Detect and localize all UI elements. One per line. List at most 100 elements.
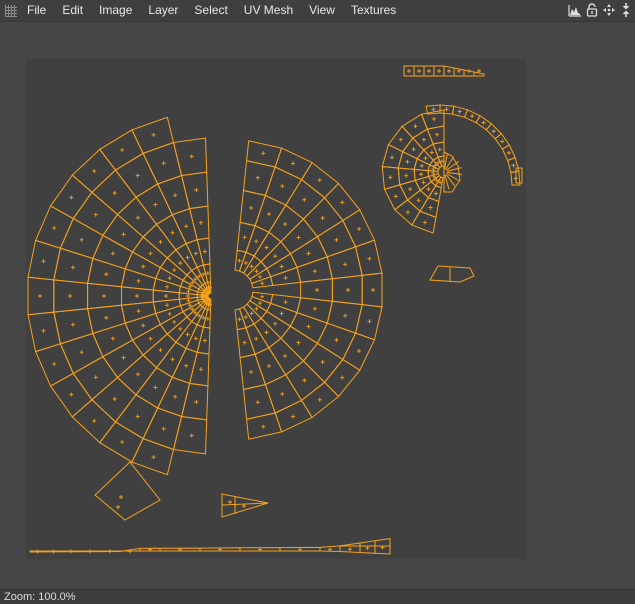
uv-face — [355, 239, 383, 276]
uv-face-center-marker — [291, 161, 296, 166]
uv-face-center-marker — [68, 294, 72, 298]
uv-face-center-marker — [506, 150, 511, 155]
uv-face-center-marker — [388, 175, 393, 180]
move-icon[interactable] — [602, 2, 616, 18]
uv-face-center-marker — [356, 349, 361, 354]
uv-face — [155, 213, 187, 251]
grip-icon[interactable] — [5, 4, 17, 17]
menu-textures[interactable]: Textures — [343, 0, 404, 21]
uv-face-center-marker — [405, 210, 410, 215]
uv-face — [285, 360, 326, 402]
uv-face-center-marker — [500, 139, 505, 144]
uv-face-center-marker — [189, 154, 194, 159]
uv-face-center-marker — [70, 322, 75, 327]
uv-face-center-marker — [408, 187, 413, 192]
uv-face-center-marker — [280, 391, 285, 396]
uv-face-center-marker — [186, 298, 191, 303]
uv-face-center-marker — [135, 294, 139, 298]
uv-face-center-marker — [422, 220, 427, 225]
uv-face-center-marker — [148, 251, 153, 256]
uv-face-center-marker — [481, 120, 486, 125]
uv-face-center-marker — [178, 326, 183, 331]
uv-face-center-marker — [52, 362, 57, 367]
menu-image[interactable]: Image — [91, 0, 140, 21]
uv-face — [172, 137, 208, 177]
menu-uv-mesh[interactable]: UV Mesh — [236, 0, 301, 21]
uv-face-center-marker — [194, 188, 199, 193]
uv-face-center-marker — [112, 397, 117, 402]
uv-face-center-marker — [416, 198, 421, 203]
uv-face-center-marker — [283, 275, 288, 280]
uv-face-center-marker — [167, 311, 172, 316]
uv-face-center-marker — [340, 200, 345, 205]
menu-view[interactable]: View — [301, 0, 343, 21]
uv-face-center-marker — [393, 194, 398, 199]
uv-face — [94, 461, 161, 521]
uv-face-center-marker — [120, 440, 125, 445]
uv-face-center-marker — [153, 202, 158, 207]
uv-face-center-marker — [343, 262, 348, 267]
uv-face-center-marker — [249, 370, 254, 375]
uv-face-center-marker — [70, 265, 75, 270]
uv-face-center-marker — [419, 163, 424, 168]
uv-face-center-marker — [205, 271, 210, 276]
uv-face-center-marker — [52, 225, 57, 230]
uv-mesh-overlay[interactable] — [0, 22, 635, 590]
uv-face-center-marker — [254, 269, 259, 274]
uv-face-center-marker — [513, 176, 518, 181]
uv-face-center-marker — [312, 269, 317, 274]
uv-face-center-marker — [346, 288, 350, 292]
uv-face-center-marker — [261, 151, 266, 156]
uv-face-center-marker — [320, 215, 325, 220]
uv-face-center-marker — [164, 303, 169, 308]
uv-face-center-marker — [431, 107, 436, 112]
uv-face-center-marker — [178, 261, 183, 266]
uv-face — [172, 415, 208, 455]
uv-face-center-marker — [110, 251, 115, 256]
uv-face-center-marker — [264, 330, 269, 335]
uv-face-center-marker — [389, 155, 394, 160]
lock-icon[interactable] — [585, 2, 599, 18]
uv-face-center-marker — [254, 306, 259, 311]
uv-face-center-marker — [92, 169, 97, 174]
uv-face — [253, 231, 282, 263]
uv-face-center-marker — [267, 363, 272, 368]
uv-face-center-marker — [261, 424, 266, 429]
uv-face-center-marker — [237, 258, 242, 263]
uv-face-center-marker — [41, 328, 46, 333]
uv-face-center-marker — [170, 230, 175, 235]
uv-face-center-marker — [302, 378, 307, 383]
menu-edit[interactable]: Edit — [54, 0, 91, 21]
uv-face-center-marker — [121, 355, 126, 360]
uv-face-center-marker — [242, 340, 247, 345]
uv-face-center-marker — [92, 418, 97, 423]
uv-face-center-marker — [279, 264, 284, 269]
uv-viewport[interactable] — [0, 22, 635, 590]
uv-face — [302, 196, 344, 238]
uv-face-center-marker — [421, 137, 426, 142]
uv-face-center-marker — [135, 173, 140, 178]
uv-face-center-marker — [365, 546, 370, 551]
menu-layer[interactable]: Layer — [140, 0, 186, 21]
uv-face — [429, 265, 475, 283]
histogram-icon[interactable] — [568, 2, 582, 18]
fit-icon[interactable] — [619, 2, 633, 18]
uv-face-center-marker — [306, 251, 311, 256]
uv-face — [406, 189, 430, 213]
uv-face-center-marker — [185, 332, 190, 337]
uv-face-center-marker — [79, 350, 84, 355]
uv-face-center-marker — [167, 276, 172, 281]
uv-face-center-marker — [404, 173, 409, 178]
uv-face-center-marker — [419, 172, 424, 177]
uv-face-center-marker — [119, 495, 123, 499]
toolbar — [568, 2, 633, 18]
menu-file[interactable]: File — [21, 0, 54, 21]
uv-face-center-marker — [444, 107, 449, 112]
uv-face-center-marker — [432, 116, 437, 121]
uv-face-center-marker — [153, 385, 158, 390]
menu-select[interactable]: Select — [186, 0, 235, 21]
uv-face-center-marker — [348, 547, 352, 552]
uv-face-center-marker — [184, 363, 189, 368]
uv-face-center-marker — [93, 212, 98, 217]
uv-face-center-marker — [93, 375, 98, 380]
